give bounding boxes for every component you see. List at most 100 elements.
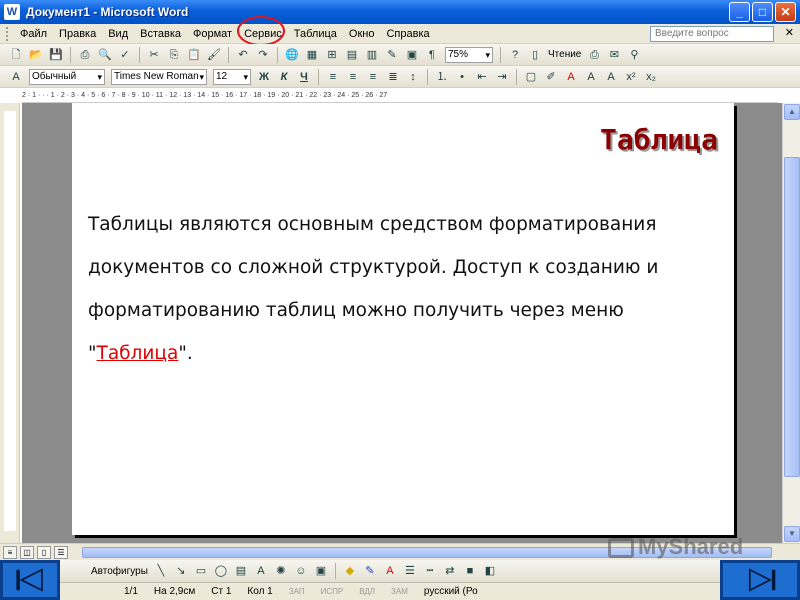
status-record[interactable]: ЗАП: [281, 587, 313, 596]
scroll-down-button[interactable]: ▼: [784, 526, 800, 542]
increase-indent-icon[interactable]: ⇥: [494, 69, 510, 85]
styles-icon[interactable]: A: [8, 69, 24, 85]
zoom-select[interactable]: 75%: [445, 46, 493, 63]
menu-table[interactable]: Таблица: [288, 25, 343, 43]
go-first-slide-button[interactable]: [0, 560, 60, 600]
numbering-icon[interactable]: ⒈: [434, 69, 450, 85]
superscript-icon[interactable]: x²: [623, 69, 639, 85]
word-app-icon[interactable]: W: [4, 4, 20, 20]
font-color-icon[interactable]: A: [563, 69, 579, 85]
horizontal-ruler[interactable]: 2 · 1 · · · 1 · 2 · 3 · 4 · 5 · 6 · 7 · …: [22, 89, 778, 103]
open-folder-icon[interactable]: 📂: [28, 47, 44, 63]
drawing-icon[interactable]: ✎: [384, 47, 400, 63]
align-right-icon[interactable]: ≡: [365, 69, 381, 85]
menu-help[interactable]: Справка: [380, 25, 435, 43]
document-map-icon[interactable]: ▣: [404, 47, 420, 63]
line-spacing-icon[interactable]: ↕: [405, 69, 421, 85]
justify-icon[interactable]: ≣: [385, 69, 401, 85]
print-preview-icon[interactable]: 🔍: [97, 47, 113, 63]
autoshapes-menu[interactable]: Автофигуры: [91, 566, 148, 577]
print-icon[interactable]: ⎙: [77, 47, 93, 63]
arrow-icon[interactable]: ↘: [173, 563, 189, 579]
outline-view-icon[interactable]: ☰: [54, 545, 68, 559]
document-page[interactable]: Таблица Таблицы являются основным средст…: [72, 103, 734, 535]
menu-edit[interactable]: Правка: [53, 25, 102, 43]
spelling-icon[interactable]: ✓: [117, 47, 133, 63]
wordart-icon[interactable]: A: [253, 563, 269, 579]
shadow-icon[interactable]: ■: [462, 563, 478, 579]
underline-button[interactable]: Ч: [296, 69, 312, 85]
border-icon[interactable]: ▢: [523, 69, 539, 85]
scroll-up-button[interactable]: ▲: [784, 104, 800, 120]
arrow-style-icon[interactable]: ⇄: [442, 563, 458, 579]
scroll-thumb[interactable]: [784, 157, 800, 477]
italic-button[interactable]: К: [276, 69, 292, 85]
columns-icon[interactable]: ▥: [364, 47, 380, 63]
insert-excel-icon[interactable]: ▤: [344, 47, 360, 63]
status-track-changes[interactable]: ИСПР: [313, 587, 352, 596]
hyperlink-icon[interactable]: 🌐: [284, 47, 300, 63]
clipart-icon[interactable]: ☺: [293, 563, 309, 579]
maximize-button[interactable]: □: [752, 2, 773, 22]
bullets-icon[interactable]: •: [454, 69, 470, 85]
picture-icon[interactable]: ▣: [313, 563, 329, 579]
binoculars-icon[interactable]: ⚲: [626, 47, 642, 63]
textbox-icon[interactable]: ▤: [233, 563, 249, 579]
help-icon[interactable]: ?: [507, 47, 523, 63]
subscript-icon[interactable]: x₂: [643, 69, 659, 85]
line-style-icon[interactable]: ☰: [402, 563, 418, 579]
align-left-icon[interactable]: ≡: [325, 69, 341, 85]
tables-borders-icon[interactable]: ▦: [304, 47, 320, 63]
envelope-icon[interactable]: ✉: [606, 47, 622, 63]
grow-font-icon[interactable]: A: [583, 69, 599, 85]
menu-format[interactable]: Формат: [187, 25, 238, 43]
print-layout-icon[interactable]: ▯: [37, 545, 51, 559]
align-center-icon[interactable]: ≡: [345, 69, 361, 85]
vertical-ruler[interactable]: [0, 103, 20, 543]
font-select[interactable]: Times New Roman: [111, 68, 207, 85]
menu-insert[interactable]: Вставка: [134, 25, 187, 43]
redo-icon[interactable]: ↷: [255, 47, 271, 63]
minimize-button[interactable]: _: [729, 2, 750, 22]
font-size-select[interactable]: 12: [213, 68, 251, 85]
vertical-scrollbar[interactable]: ▲ ▼: [782, 103, 800, 543]
menu-window[interactable]: Окно: [343, 25, 381, 43]
style-select[interactable]: Обычный: [29, 68, 105, 85]
show-hide-icon[interactable]: ¶: [424, 47, 440, 63]
status-extend[interactable]: ВДЛ: [351, 587, 383, 596]
menu-grip-handle[interactable]: [6, 26, 10, 41]
decrease-indent-icon[interactable]: ⇤: [474, 69, 490, 85]
status-overtype[interactable]: ЗАМ: [383, 587, 416, 596]
insert-table-icon[interactable]: ⊞: [324, 47, 340, 63]
cut-icon[interactable]: ✂: [146, 47, 162, 63]
bold-button[interactable]: Ж: [256, 69, 272, 85]
normal-view-icon[interactable]: ≡: [3, 545, 17, 559]
print-small-icon[interactable]: ⎙: [586, 47, 602, 63]
menu-file[interactable]: Файл: [14, 25, 53, 43]
new-document-icon[interactable]: 🗋: [8, 47, 24, 63]
format-painter-icon[interactable]: 🖌: [206, 47, 222, 63]
oval-icon[interactable]: ◯: [213, 563, 229, 579]
menu-view[interactable]: Вид: [102, 25, 134, 43]
fill-color-icon[interactable]: ◆: [342, 563, 358, 579]
undo-icon[interactable]: ↶: [235, 47, 251, 63]
copy-icon[interactable]: ⎘: [166, 47, 182, 63]
close-button[interactable]: ✕: [775, 2, 796, 22]
save-icon[interactable]: 💾: [48, 47, 64, 63]
rectangle-icon[interactable]: ▭: [193, 563, 209, 579]
help-search-input[interactable]: Введите вопрос: [650, 26, 774, 42]
go-last-slide-button[interactable]: [720, 560, 800, 600]
close-document-button[interactable]: ✕: [785, 26, 794, 39]
web-view-icon[interactable]: ◫: [20, 545, 34, 559]
font-color-draw-icon[interactable]: A: [382, 563, 398, 579]
read-icon[interactable]: ▯: [527, 47, 543, 63]
diagram-icon[interactable]: ✺: [273, 563, 289, 579]
line-icon[interactable]: ╲: [153, 563, 169, 579]
paste-icon[interactable]: 📋: [186, 47, 202, 63]
dash-style-icon[interactable]: ┅: [422, 563, 438, 579]
highlight-icon[interactable]: ✐: [543, 69, 559, 85]
line-color-icon[interactable]: ✎: [362, 563, 378, 579]
read-button[interactable]: Чтение: [548, 49, 581, 60]
shrink-font-icon[interactable]: A: [603, 69, 619, 85]
3d-icon[interactable]: ◧: [482, 563, 498, 579]
